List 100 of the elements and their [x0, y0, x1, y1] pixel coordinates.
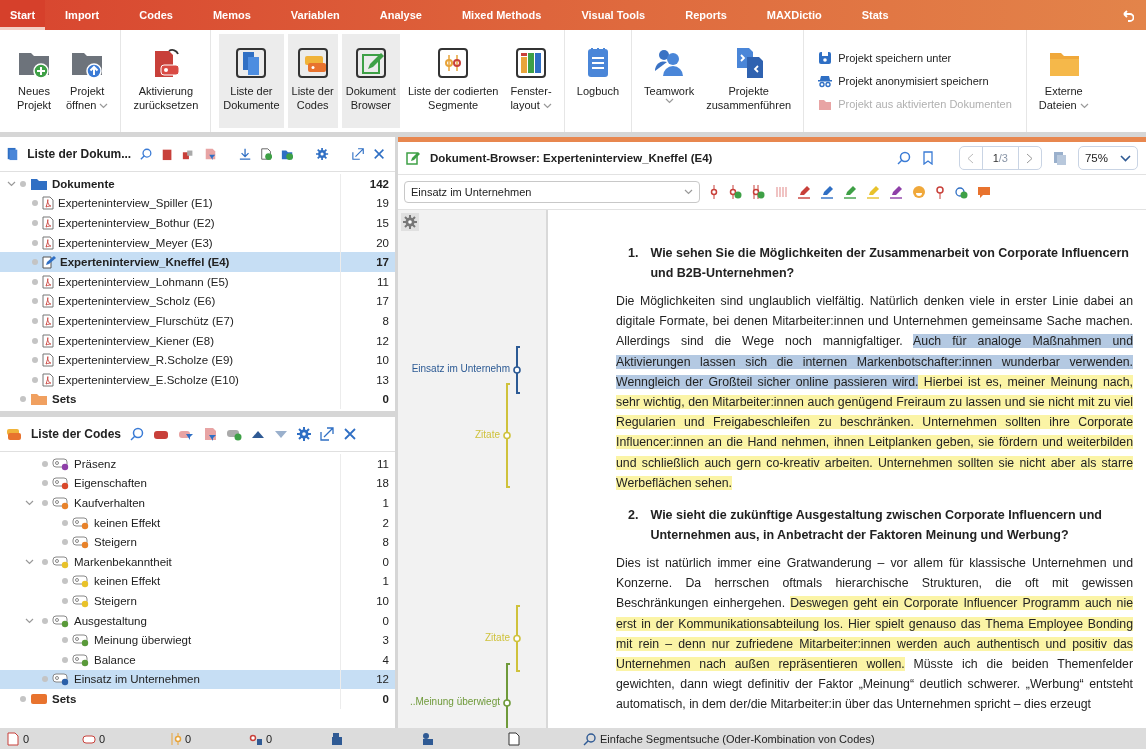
activate-document-icon[interactable] [161, 147, 174, 161]
pages-icon[interactable] [1051, 151, 1068, 165]
chevron-icon[interactable] [542, 103, 552, 109]
ribbon-button[interactable]: Aktivierung zurücksetzen [129, 34, 203, 128]
chevron-icon[interactable] [24, 617, 34, 624]
ribbon-button[interactable]: Liste der Codes [287, 34, 338, 128]
code-add-icon[interactable] [751, 185, 765, 199]
chevron-icon[interactable] [6, 180, 16, 187]
code-row[interactable]: keinen Effekt 2 [0, 512, 395, 533]
ribbon-button[interactable]: Dokument Browser [341, 34, 400, 128]
code-row[interactable]: Markenbekanntheit 0 [0, 551, 395, 572]
pdf-document-icon [42, 353, 54, 368]
document-row[interactable]: Experteninterview_E.Scholze (E10) 13 [0, 369, 395, 390]
tree-row[interactable]: Sets 0 [0, 389, 395, 410]
tree-row[interactable]: Dokumente 142 [0, 174, 395, 194]
code-pin-icon[interactable] [935, 185, 945, 199]
code-row[interactable]: Balance 4 [0, 649, 395, 670]
code-row[interactable]: Eigenschaften 18 [0, 473, 395, 494]
undock-icon[interactable] [320, 427, 335, 441]
chevron-icon[interactable] [24, 500, 34, 506]
code-row[interactable]: Steigern 10 [0, 591, 395, 611]
code-select[interactable]: Einsatz im Unternehmen [404, 181, 700, 203]
ribbon-button[interactable]: Projekt öffnen [62, 34, 113, 128]
settings-icon[interactable] [316, 147, 329, 161]
count: 2 [340, 512, 395, 533]
document-row[interactable]: Experteninterview_Kiener (E8) 12 [0, 330, 395, 351]
document-filter-icon[interactable] [203, 427, 218, 441]
code-row[interactable]: Meinung überwiegt 3 [0, 630, 395, 650]
code-bracket[interactable] [513, 346, 523, 394]
comment-icon[interactable] [977, 185, 991, 199]
chevron-icon[interactable] [99, 103, 109, 109]
spy-icon [818, 74, 833, 88]
document-row[interactable]: Experteninterview_Lohmann (E5) 11 [0, 271, 395, 292]
document-name: Experteninterview_Spiller (E1) [58, 197, 214, 210]
document-add-icon[interactable] [260, 147, 273, 161]
highlighter-icon[interactable] [843, 185, 857, 199]
document-row[interactable]: Experteninterview_Bothur (E2) 15 [0, 213, 395, 233]
ribbon-tab[interactable]: Start [0, 0, 46, 30]
document-filter-icon[interactable] [203, 147, 216, 161]
highlighter-icon[interactable] [797, 185, 811, 199]
ribbon-tab[interactable]: Codes [119, 0, 193, 30]
ribbon-button[interactable]: Logbuch [572, 34, 623, 128]
undo-icon[interactable] [1120, 8, 1134, 22]
save-icon [818, 51, 833, 65]
import-icon[interactable] [238, 147, 251, 161]
code-bracket[interactable] [503, 663, 513, 728]
ribbon-tab[interactable]: Import [45, 0, 120, 30]
count: 12 [340, 669, 395, 690]
menu-action[interactable]: Projekt speichern unter [818, 51, 1012, 65]
ribbon-tab[interactable]: Memos [192, 0, 271, 30]
close-icon[interactable] [372, 147, 385, 161]
menu-action[interactable]: Projekt anonymisiert speichern [818, 74, 1012, 88]
document-name: Experteninterview_Bothur (E2) [58, 217, 216, 229]
chevron-icon[interactable] [1079, 103, 1089, 109]
document-row[interactable]: Experteninterview_Spiller (E1) 19 [0, 193, 395, 214]
document-row[interactable]: Experteninterview_Kneffel (E4) 17 [0, 252, 395, 272]
tree-row[interactable]: Sets 0 [0, 689, 395, 709]
code-name: keinen Effekt [94, 516, 162, 529]
code-row[interactable]: Präsenz 11 [0, 454, 395, 474]
ribbon-button[interactable]: Liste der Dokumente [219, 34, 284, 128]
count: 12 [340, 330, 395, 351]
paragraph: Dies ist natürlich immer eine Gratwanderung – vor allem für klassische Unternehmen und Konzerne. Da herrschen oftmals hierarchische Strukturen, die oft mit gewissen Beschränkungen einhergehen. Deswegen geht ein Corporate Influencer Programm auch nie erst in der Kommunikationsabteilung los. Hier spielt genauso das Thema Employee Bonding mit rein – denn nur zufriedene Mitarbeiter:innen werden auch authentisch und positiv das Unternehmen nach außen repräsentieren wollen. Müsste ich die beiden Themenfelder gewichten, dann wiegt definitiv der Faktor „Meinung“ deutlich schwerer. „Werbung“ entsteht automatisch, in dem der/die Mitarbeiter:in über das Unternehmen spricht – dies erzeugt [616, 555, 1133, 714]
document-row[interactable]: Experteninterview_R.Scholze (E9) 10 [0, 350, 395, 370]
documents-icon[interactable] [6, 146, 19, 162]
code-row[interactable]: Ausgestaltung 0 [0, 610, 395, 631]
document-name: Experteninterview_Meyer (E3) [58, 236, 214, 249]
code-row[interactable]: Einsatz im Unternehmen 12 [0, 669, 395, 690]
settings-icon[interactable] [297, 427, 312, 441]
bookmark-icon[interactable] [920, 151, 935, 165]
highlighter-icon[interactable] [820, 185, 834, 199]
ribbon-tab[interactable]: Mixed Methods [441, 0, 562, 30]
document-row[interactable]: Experteninterview_Flurschütz (E7) 8 [0, 311, 395, 331]
ribbon-button[interactable]: Neues Projekt [10, 34, 58, 128]
chevron-icon[interactable] [664, 98, 674, 104]
ribbon-button[interactable]: Fenster- layout [506, 34, 556, 128]
highlighter-icon[interactable] [889, 185, 903, 199]
ribbon-tab[interactable]: Variablen [270, 0, 360, 30]
tags-icon[interactable] [6, 427, 22, 441]
chevron-icon[interactable] [684, 189, 693, 195]
chevron-icon[interactable] [24, 558, 34, 565]
close-icon[interactable] [343, 427, 358, 441]
link-add-icon[interactable] [954, 185, 968, 199]
undock-icon[interactable] [351, 147, 364, 161]
search-icon[interactable] [140, 147, 153, 161]
zoom-select[interactable]: 75% [1077, 146, 1138, 170]
code-icon[interactable] [709, 185, 719, 199]
ribbon-button[interactable]: Externe Dateien [1034, 34, 1093, 128]
code-row[interactable]: keinen Effekt 1 [0, 571, 395, 592]
search-icon[interactable] [130, 427, 145, 441]
code-add-icon[interactable] [728, 185, 742, 199]
ribbon-tab[interactable]: Analyse [359, 0, 442, 30]
code-add-icon[interactable] [226, 427, 243, 441]
code-row[interactable]: Steigern 8 [0, 532, 395, 552]
document-row[interactable]: Experteninterview_Scholz (E6) 17 [0, 291, 395, 312]
search-icon[interactable] [896, 151, 911, 165]
ribbon-button[interactable]: Teamwork [640, 34, 699, 128]
document-name: Experteninterview_E.Scholze (E10) [58, 373, 240, 386]
code-row[interactable]: Kaufverhalten 1 [0, 493, 395, 513]
ribbon-button[interactable]: Liste der codierten Segmente [403, 34, 503, 128]
ribbon-button[interactable]: Projekte zusammenführen [702, 34, 796, 128]
